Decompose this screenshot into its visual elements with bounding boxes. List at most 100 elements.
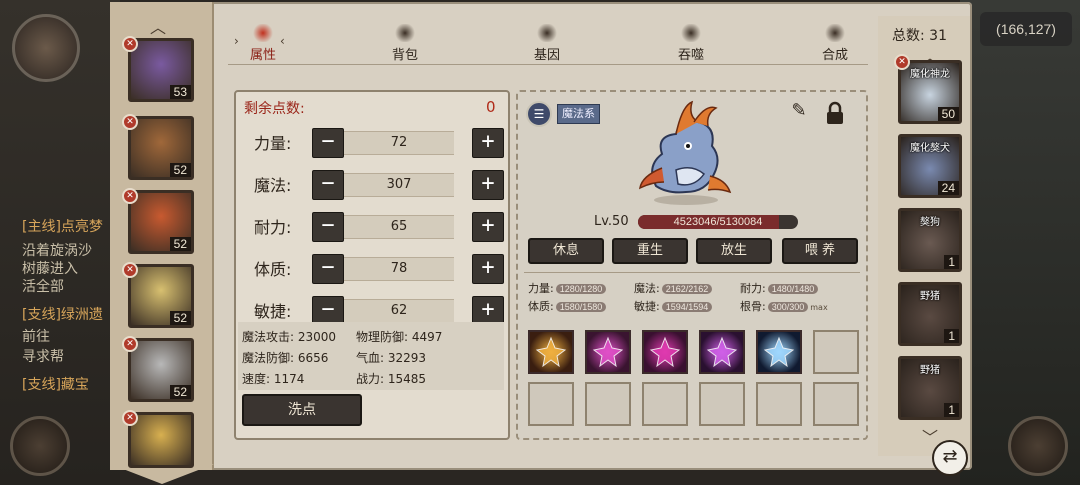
tab-2[interactable]: 基因 [530, 24, 564, 63]
hero-remove-icon[interactable]: ✕ [122, 114, 138, 130]
stat-value: 62 [344, 299, 454, 323]
pet-level: Lv.50 [594, 214, 629, 229]
pet-action-button[interactable]: 放生 [696, 238, 772, 264]
stat-decrease-button[interactable]: − [312, 212, 344, 242]
stat-increase-button[interactable]: + [472, 128, 504, 158]
derived-stat: 魔法攻击: 23000 [242, 330, 337, 344]
pet-attribute-value: 300/300 [767, 302, 809, 312]
derived-stat: 战力: 15485 [356, 372, 427, 386]
hero-card[interactable]: 52 [128, 264, 194, 328]
pet-list-card[interactable]: 野猪 1 [898, 282, 962, 346]
stat-decrease-button[interactable]: − [312, 170, 344, 200]
reset-points-button[interactable]: 洗点 [242, 394, 362, 426]
empty-skill-slot[interactable] [813, 382, 859, 426]
pet-list-card[interactable]: 魔化獒犬 24 [898, 134, 962, 198]
tab-3[interactable]: 吞噬 [674, 24, 708, 63]
empty-skill-slot[interactable] [699, 382, 745, 426]
hero-card[interactable]: 52 [128, 338, 194, 402]
max-label: max [810, 303, 828, 312]
pet-level-badge: 24 [937, 181, 959, 195]
derived-stat: 物理防御: 4497 [356, 330, 443, 344]
empty-skill-slot[interactable] [642, 382, 688, 426]
violet-star-skill-icon[interactable] [699, 330, 745, 374]
quest-line[interactable]: [支线]藏宝 [22, 374, 89, 394]
pet-attribute-label: 魔法: [634, 282, 660, 295]
house-round-button[interactable] [1008, 416, 1068, 476]
pet-attribute-value: 1594/1594 [661, 302, 713, 312]
map-coordinates: (166,127) [980, 12, 1072, 46]
hero-card[interactable] [128, 412, 194, 468]
tab-0[interactable]: 属性 [246, 24, 280, 63]
pet-hp-bar: 4523046/5130084 [638, 215, 798, 229]
stat-increase-button[interactable]: + [472, 212, 504, 242]
empty-skill-slot[interactable] [585, 382, 631, 426]
pet-attribute-value: 1480/1480 [767, 284, 819, 294]
pet-attribute-label: 力量: [528, 282, 554, 295]
pet-list-card[interactable]: 獒狗 1 [898, 208, 962, 272]
quest-line[interactable]: 前往 [22, 326, 50, 346]
hero-remove-icon[interactable]: ✕ [122, 336, 138, 352]
tab-1[interactable]: 背包 [388, 24, 422, 63]
pet-portrait [639, 100, 732, 205]
hero-remove-icon[interactable]: ✕ [122, 262, 138, 278]
pet-name: 魔化神龙 [910, 69, 950, 80]
pet-list-card[interactable]: 魔化神龙 50 [898, 60, 962, 124]
derived-stat: 气血: 32293 [356, 351, 427, 365]
quest-line[interactable]: 寻求帮 [22, 346, 64, 366]
stat-decrease-button[interactable]: − [312, 128, 344, 158]
pink-claw-skill-icon[interactable] [585, 330, 631, 374]
player-avatar[interactable] [12, 14, 80, 82]
hero-card[interactable]: 52 [128, 116, 194, 180]
pet-action-button[interactable]: 喂 养 [782, 238, 858, 264]
quest-line[interactable]: [主线]点亮梦 [22, 216, 103, 236]
tab-4[interactable]: 合成 [818, 24, 852, 63]
pet-school-badge: 魔法系 [557, 104, 600, 124]
swap-arrows-icon[interactable]: ⇄ [932, 440, 968, 476]
quest-line[interactable]: 活全部 [22, 276, 64, 296]
skill-round-button[interactable] [10, 416, 70, 476]
menu-list-icon[interactable]: ☰ [526, 101, 552, 127]
pet-action-button[interactable]: 重生 [612, 238, 688, 264]
lock-icon[interactable] [822, 100, 848, 126]
empty-skill-slot[interactable] [528, 382, 574, 426]
pet-hp-text: 4523046/5130084 [673, 216, 763, 228]
pet-attribute-label: 敏捷: [634, 300, 660, 313]
hero-remove-icon[interactable]: ✕ [122, 36, 138, 52]
empty-skill-slot[interactable] [813, 330, 859, 374]
empty-skill-slot[interactable] [756, 382, 802, 426]
quest-line[interactable]: 树藤进入 [22, 258, 78, 278]
gold-swirl-skill-icon[interactable] [528, 330, 574, 374]
pet-list-card[interactable]: 野猪 1 [898, 356, 962, 420]
remaining-points-label: 剩余点数: [244, 101, 305, 117]
stat-value: 65 [344, 215, 454, 239]
stat-increase-button[interactable]: + [472, 170, 504, 200]
pet-name: 獒狗 [920, 217, 940, 228]
pet-level-badge: 1 [944, 329, 959, 343]
pet-attribute-label: 体质: [528, 300, 554, 313]
pet-remove-icon[interactable]: ✕ [894, 54, 910, 70]
stat-decrease-button[interactable]: − [312, 254, 344, 284]
tab-label: 背包 [391, 48, 418, 63]
quest-line[interactable]: 沿着旋涡沙 [22, 240, 92, 260]
tab-label: 属性 [249, 48, 276, 63]
tab-label: 基因 [533, 48, 560, 63]
hero-card[interactable]: 52 [128, 190, 194, 254]
hero-card[interactable]: 53 [128, 38, 194, 102]
hero-remove-icon[interactable]: ✕ [122, 188, 138, 204]
hero-portrait [131, 415, 191, 465]
pet-name: 野猪 [920, 365, 940, 376]
rename-feather-icon[interactable]: ✎ [786, 100, 812, 126]
magenta-burst-skill-icon[interactable] [642, 330, 688, 374]
stat-label: 体质: [254, 260, 292, 279]
stat-increase-button[interactable]: + [472, 254, 504, 284]
hero-level: 52 [169, 385, 191, 399]
pet-attribute-value: 1580/1580 [555, 302, 607, 312]
hero-remove-icon[interactable]: ✕ [122, 410, 138, 426]
pet-attribute: 力量: 1280/1280 [528, 280, 607, 296]
pet-total-count: 总数: 31 [892, 28, 947, 44]
pet-name: 野猪 [920, 291, 940, 302]
hero-scroll-up-icon[interactable]: ︿ [148, 14, 168, 38]
blue-crest-skill-icon[interactable] [756, 330, 802, 374]
quest-line[interactable]: [支线]绿洲遗 [22, 304, 103, 324]
pet-action-button[interactable]: 休息 [528, 238, 604, 264]
